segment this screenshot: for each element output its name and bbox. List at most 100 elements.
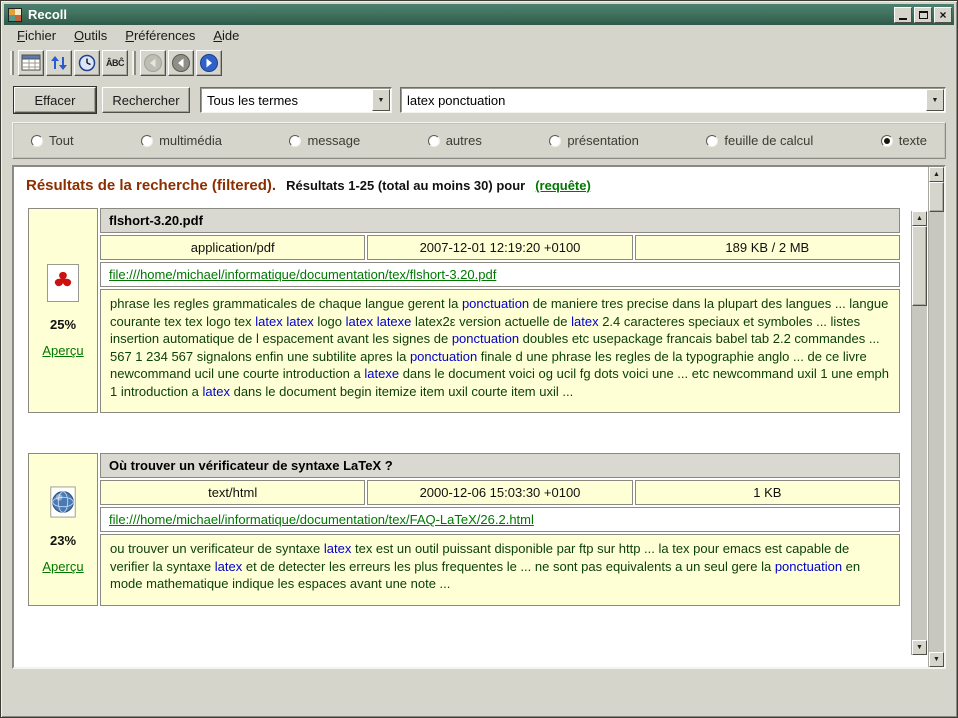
menu-item-fichier[interactable]: Fichier (8, 25, 65, 47)
outer-scrollbar[interactable]: ▲ ▼ (928, 167, 944, 667)
abstract-highlight-term: ponctuation (775, 559, 842, 574)
result-abstract: ou trouver un verificateur de syntaxe la… (100, 534, 900, 606)
results-body: Résultats de la recherche (filtered). Ré… (14, 167, 906, 667)
abstract-highlight-term: latex latex (255, 314, 314, 329)
scroll-down-button[interactable]: ▼ (929, 652, 944, 667)
menu-item-preferences[interactable]: Préférences (116, 25, 204, 47)
radio-icon (31, 135, 43, 147)
scroll-up-button[interactable]: ▲ (912, 211, 927, 226)
filter-label: autres (446, 133, 482, 148)
menu-item-aide[interactable]: Aide (204, 25, 248, 47)
scroll-up-icon: ▲ (916, 215, 923, 222)
sort-arrows-icon (50, 54, 68, 72)
results-heading: Résultats de la recherche (filtered). (26, 177, 276, 194)
result-size: 189 KB / 2 MB (635, 235, 900, 260)
abstract-highlight-term: latex latexe (346, 314, 412, 329)
recoll-window: Recoll × FichierOutilsPréférencesAide (0, 0, 958, 718)
search-button[interactable]: Rechercher (102, 87, 190, 113)
status-bar (4, 669, 954, 714)
result-url-row: file:///home/michael/informatique/docume… (100, 507, 900, 532)
search-bar: Effacer Rechercher Tous les termes ▼ ▼ (12, 87, 946, 113)
toolbar: ÂBĈ (4, 47, 954, 79)
abstract-text: et de detecter les erreurs les plus freq… (242, 559, 775, 574)
result-title: Où trouver un vérificateur de syntaxe La… (100, 453, 900, 478)
abstract-text: latex2ε version actuelle de (411, 314, 571, 329)
chevron-down-icon[interactable]: ▼ (372, 89, 390, 111)
relevance-percent: 23% (50, 533, 76, 548)
abstract-text: dans le document begin itemize item uxil… (230, 384, 573, 399)
abstract-highlight-term: ponctuation (462, 296, 529, 311)
scrollbar-thumb[interactable] (912, 226, 927, 306)
result-info-row: application/pdf 2007-12-01 12:19:20 +010… (100, 235, 900, 260)
result-url-link[interactable]: file:///home/michael/informatique/docume… (109, 267, 496, 282)
minimize-button[interactable] (894, 7, 912, 23)
search-input[interactable] (401, 93, 945, 108)
radio-icon (289, 135, 301, 147)
history-button[interactable] (74, 50, 100, 76)
result-title: flshort-3.20.pdf (100, 208, 900, 233)
abstract-text: logo (314, 314, 346, 329)
scroll-down-button[interactable]: ▼ (912, 640, 927, 655)
radio-icon (706, 135, 718, 147)
results-stats: Résultats 1-25 (total au moins 30) pour (286, 178, 525, 193)
preview-link[interactable]: Aperçu (42, 343, 83, 358)
abstract-text: phrase les regles grammaticales de chaqu… (110, 296, 462, 311)
result-main: flshort-3.20.pdf application/pdf 2007-12… (100, 208, 900, 413)
filter-radio-message[interactable]: message (289, 133, 360, 148)
filter-radio-multimedia[interactable]: multimédia (141, 133, 222, 148)
results-list: 25% Aperçu flshort-3.20.pdf application/… (24, 208, 904, 606)
scroll-down-icon: ▼ (933, 656, 940, 663)
sort-button[interactable] (46, 50, 72, 76)
result-side-panel: 25% Aperçu (28, 208, 98, 413)
scroll-up-button[interactable]: ▲ (929, 167, 944, 182)
filter-label: multimédia (159, 133, 222, 148)
result-size: 1 KB (635, 480, 900, 505)
filter-radio-presentation[interactable]: présentation (549, 133, 639, 148)
preview-link[interactable]: Aperçu (42, 559, 83, 574)
html-file-icon (47, 485, 79, 519)
menu-bar: FichierOutilsPréférencesAide (4, 25, 954, 47)
filter-radio-tout[interactable]: Tout (31, 133, 74, 148)
term-explorer-button[interactable]: ÂBĈ (102, 50, 128, 76)
radio-icon (428, 135, 440, 147)
abstract-highlight-term: latexe (364, 366, 399, 381)
search-mode-select[interactable]: Tous les termes ▼ (200, 87, 392, 113)
radio-icon (141, 135, 153, 147)
title-bar[interactable]: Recoll × (4, 4, 954, 25)
file-type-icon (46, 263, 80, 306)
query-details-link[interactable]: (requête) (535, 178, 591, 193)
file-type-icon (47, 485, 79, 522)
prev-page-button[interactable] (168, 50, 194, 76)
result-item: 25% Aperçu flshort-3.20.pdf application/… (28, 208, 900, 413)
result-url-row: file:///home/michael/informatique/docume… (100, 262, 900, 287)
inner-scrollbar[interactable]: ▲ ▼ (911, 211, 927, 655)
close-button[interactable]: × (934, 7, 952, 23)
query-details-button[interactable] (18, 50, 44, 76)
filter-label: texte (899, 133, 927, 148)
spellcheck-icon: ÂBĈ (106, 58, 124, 68)
menu-item-outils[interactable]: Outils (65, 25, 116, 47)
abstract-highlight-term: latex (215, 559, 242, 574)
next-page-button[interactable] (196, 50, 222, 76)
scroll-down-icon: ▼ (916, 644, 923, 651)
filter-radio-feuille-de-calcul[interactable]: feuille de calcul (706, 133, 813, 148)
clear-button[interactable]: Effacer (14, 87, 96, 113)
toolbar-handle[interactable] (132, 51, 136, 75)
result-mime: application/pdf (100, 235, 365, 260)
maximize-button[interactable] (914, 7, 932, 23)
forward-arrow-icon (199, 53, 219, 73)
result-url-link[interactable]: file:///home/michael/informatique/docume… (109, 512, 534, 527)
abstract-highlight-term: latex (571, 314, 598, 329)
minimize-icon (899, 18, 907, 20)
result-date: 2007-12-01 12:19:20 +0100 (367, 235, 632, 260)
toolbar-handle[interactable] (10, 51, 14, 75)
filter-radio-texte[interactable]: texte (881, 133, 927, 148)
first-page-button[interactable] (140, 50, 166, 76)
filter-label: Tout (49, 133, 74, 148)
chevron-down-icon[interactable]: ▼ (926, 89, 944, 111)
relevance-percent: 25% (50, 317, 76, 332)
result-date: 2000-12-06 15:03:30 +0100 (367, 480, 632, 505)
scrollbar-thumb[interactable] (929, 182, 944, 212)
filter-radio-autres[interactable]: autres (428, 133, 482, 148)
query-combo: ▼ (400, 87, 946, 113)
